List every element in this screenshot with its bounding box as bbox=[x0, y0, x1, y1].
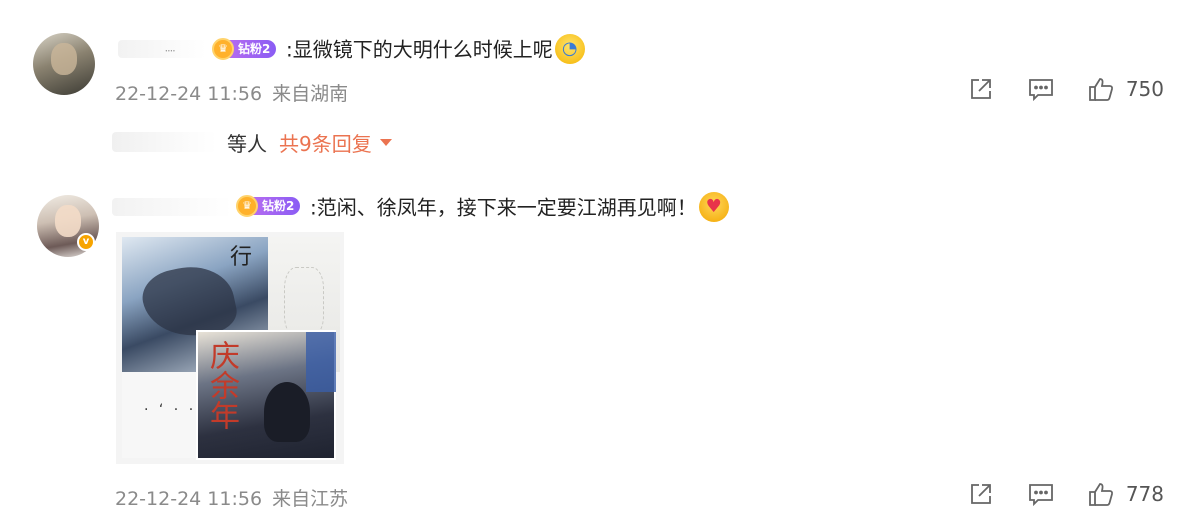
timestamp: 22-12-24 11:56 bbox=[115, 488, 263, 510]
verified-icon: v bbox=[77, 233, 95, 251]
comment-actions: 778 bbox=[966, 479, 1164, 509]
comment-text: :显微镜下的大明什么时候上呢 ◔ bbox=[286, 34, 585, 66]
comment-body: :范闲、徐凤年，接下来一定要江湖再见啊！ bbox=[310, 195, 697, 220]
username-redacted[interactable] bbox=[112, 198, 232, 216]
comment-meta: 22-12-24 11:56 来自湖南 bbox=[115, 79, 348, 106]
scared-face-emoji-icon: ◔ bbox=[554, 34, 585, 64]
crown-icon: ♛ bbox=[212, 38, 234, 60]
comment-actions: 750 bbox=[966, 74, 1164, 104]
location-source: 来自江苏 bbox=[272, 488, 349, 510]
comment-item: ᠁ ♛ 钻粉2 :显微镜下的大明什么时候上呢 ◔ 22-12-24 11:56 来… bbox=[0, 0, 1200, 190]
chevron-down-icon[interactable] bbox=[379, 138, 392, 146]
location-source: 来自湖南 bbox=[272, 83, 349, 105]
sketch-image: · ‘ · · bbox=[122, 372, 198, 458]
heart-eyes-emoji-icon: ♥ bbox=[698, 192, 729, 222]
avatar[interactable] bbox=[33, 33, 95, 95]
like-count: 778 bbox=[1125, 482, 1164, 506]
comment-meta: 22-12-24 11:56 来自江苏 bbox=[115, 484, 348, 511]
attached-image[interactable]: 行 · ‘ · · 庆余年 bbox=[116, 232, 344, 464]
view-replies-link[interactable]: 共9条回复 bbox=[279, 128, 372, 157]
comment-icon[interactable] bbox=[1026, 479, 1056, 509]
crown-icon: ♛ bbox=[236, 195, 258, 217]
like-icon[interactable] bbox=[1086, 74, 1116, 104]
username-fragment: ᠁ bbox=[163, 47, 175, 58]
like-icon[interactable] bbox=[1086, 479, 1116, 509]
poster-image: 庆余年 bbox=[196, 330, 336, 460]
fan-badge[interactable]: ♛ 钻粉2 bbox=[236, 195, 301, 217]
fan-badge-label: 钻粉2 bbox=[252, 197, 301, 215]
fan-badge[interactable]: ♛ 钻粉2 bbox=[212, 38, 277, 60]
share-icon[interactable] bbox=[966, 74, 996, 104]
share-icon[interactable] bbox=[966, 479, 996, 509]
fan-badge-label: 钻粉2 bbox=[228, 40, 277, 58]
reply-usernames-redacted bbox=[112, 132, 217, 152]
poster-title: 行 bbox=[230, 245, 253, 270]
username-redacted[interactable] bbox=[118, 40, 206, 58]
replies-suffix: 等人 bbox=[227, 131, 267, 156]
like-count: 750 bbox=[1125, 77, 1164, 101]
replies-summary[interactable]: 等人 共9条回复 bbox=[112, 128, 392, 156]
comment-text: :范闲、徐凤年，接下来一定要江湖再见啊！ ♥ bbox=[310, 192, 729, 224]
poster-calligraphy: 庆余年 bbox=[204, 340, 239, 430]
comment-item: v ♛ 钻粉2 :范闲、徐凤年，接下来一定要江湖再见啊！ ♥ 行 · ‘ · · … bbox=[0, 190, 1200, 519]
comment-icon[interactable] bbox=[1026, 74, 1056, 104]
timestamp: 22-12-24 11:56 bbox=[115, 83, 263, 105]
comment-body: :显微镜下的大明什么时候上呢 bbox=[286, 37, 553, 62]
